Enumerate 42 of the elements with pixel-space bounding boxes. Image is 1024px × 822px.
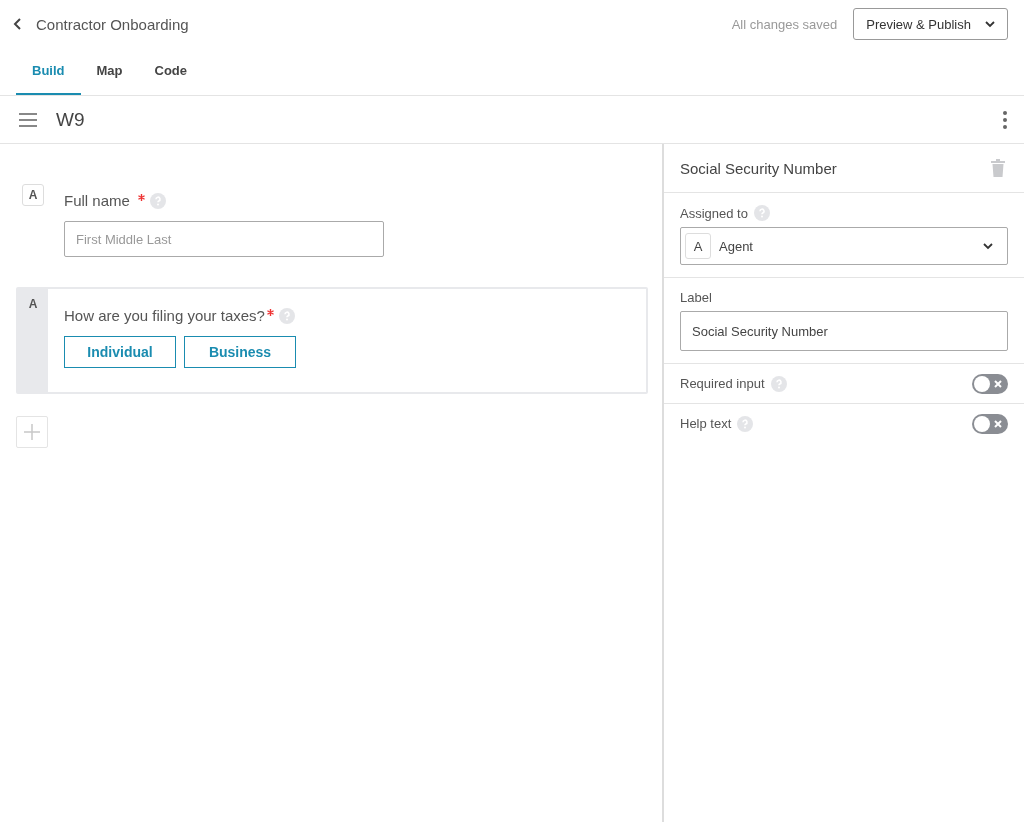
toggle-label: Help text <box>680 416 732 431</box>
plus-icon <box>24 424 40 440</box>
help-icon[interactable] <box>149 192 166 209</box>
choice-option[interactable]: Individual <box>64 336 176 368</box>
back-icon[interactable] <box>12 17 22 31</box>
selected-field-card[interactable]: A How are you filing your taxes? Individual Business <box>16 287 648 394</box>
toggle-switch[interactable] <box>972 373 1008 394</box>
close-icon <box>993 418 1003 429</box>
help-icon[interactable] <box>737 415 754 432</box>
preview-publish-button[interactable]: Preview & Publish <box>853 8 1008 40</box>
field-label: How are you filing your taxes? <box>64 307 265 324</box>
assigned-to-label: Assigned to <box>680 205 748 221</box>
label-input-field[interactable]: Social Security Number <box>680 311 1008 351</box>
tab[interactable]: Code <box>138 48 203 95</box>
inspector-title: Social Security Number <box>680 159 837 177</box>
toggle-switch[interactable] <box>972 413 1008 434</box>
caret-icon <box>985 20 995 28</box>
text-input-field[interactable]: First Middle Last <box>64 221 384 257</box>
more-options-icon[interactable] <box>1003 110 1007 129</box>
trash-icon[interactable] <box>991 159 1005 177</box>
assignee-value: Agent <box>719 238 754 254</box>
field-card[interactable]: A Full name First Middle Last <box>16 178 648 265</box>
assignee-dropdown[interactable]: A Agent <box>680 227 1008 265</box>
assignee-letter: A <box>27 296 39 313</box>
tab[interactable]: Build <box>16 48 81 95</box>
close-icon <box>993 378 1003 389</box>
toggle-label: Required input <box>680 376 765 391</box>
label-heading: Label <box>680 290 712 305</box>
page-title: W9 <box>56 108 85 131</box>
choice-option[interactable]: Business <box>184 336 296 368</box>
save-status: All changes saved <box>731 16 838 32</box>
form-title: Contractor Onboarding <box>36 15 189 33</box>
add-field-button[interactable] <box>16 416 48 448</box>
tab[interactable]: Map <box>80 48 139 95</box>
help-icon[interactable] <box>278 307 295 324</box>
field-label: Full name <box>64 192 130 209</box>
help-icon[interactable] <box>770 375 787 392</box>
menu-icon[interactable] <box>19 112 37 127</box>
assignee-badge: A <box>22 184 44 206</box>
help-icon[interactable] <box>753 205 770 221</box>
caret-icon <box>983 242 993 250</box>
assignee-badge: A <box>685 233 711 259</box>
